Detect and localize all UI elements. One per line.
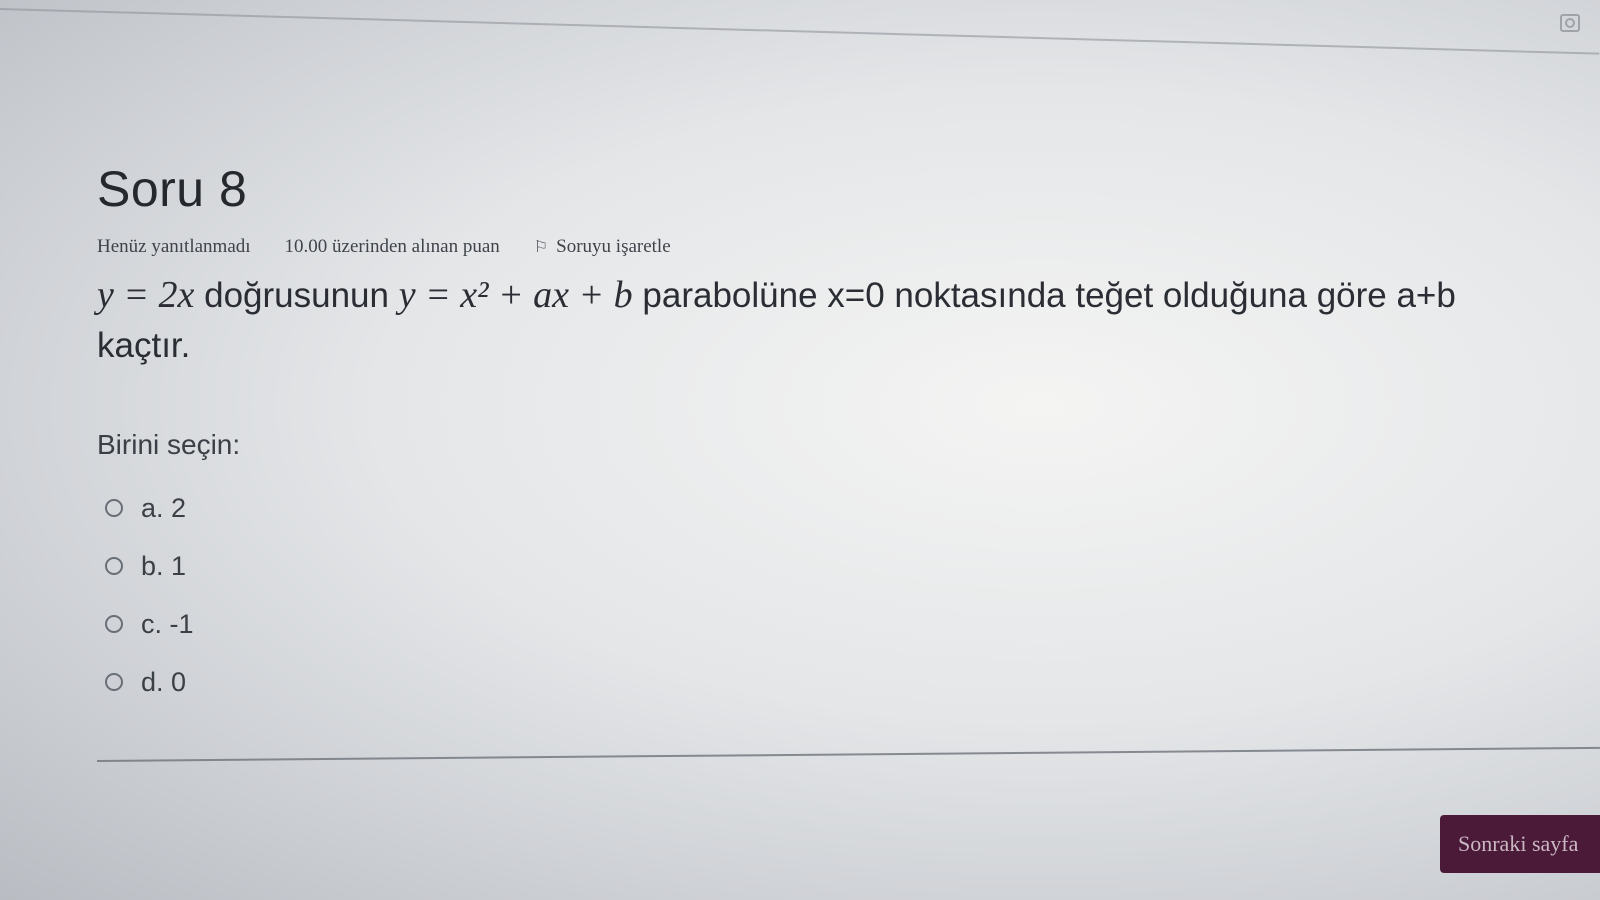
radio-button[interactable] (105, 557, 123, 575)
option-c[interactable]: c. -1 (105, 595, 1577, 653)
flag-question-link[interactable]: ⚐ Soruyu işaretle (534, 236, 671, 258)
next-page-button[interactable]: Sonraki sayfa (1440, 815, 1600, 873)
option-d[interactable]: d. 0 (105, 653, 1577, 711)
math-parabola-equation: y = x² + ax + b (398, 274, 633, 316)
question-text: y = 2x doğrusunun y = x² + ax + b parabo… (97, 270, 1557, 371)
question-text-part-1: doğrusunun (204, 276, 389, 315)
option-label: a. 2 (141, 492, 187, 523)
question-info: Henüz yanıtlanmadı 10.00 üzerinden alına… (97, 236, 1577, 258)
radio-button[interactable] (105, 499, 123, 517)
radio-button[interactable] (105, 673, 123, 691)
option-label: d. 0 (141, 666, 187, 697)
bottom-divider (97, 746, 1600, 762)
option-a[interactable]: a. 2 (105, 479, 1577, 537)
question-points: 10.00 üzerinden alınan puan (284, 236, 500, 257)
question-status: Henüz yanıtlanmadı (97, 236, 251, 257)
question-block: Soru 8 Henüz yanıtlanmadı 10.00 üzerinde… (97, 160, 1577, 711)
option-label: b. 1 (141, 550, 187, 581)
camera-icon[interactable] (1560, 14, 1580, 32)
top-divider (0, 8, 1600, 55)
answer-options: a. 2 b. 1 c. -1 d. 0 (105, 479, 1577, 711)
flag-icon: ⚐ (533, 239, 549, 256)
radio-button[interactable] (105, 615, 123, 633)
option-b[interactable]: b. 1 (105, 537, 1577, 595)
question-title: Soru 8 (97, 161, 248, 217)
flag-question-label: Soruyu işaretle (556, 236, 671, 257)
math-line-equation: y = 2x (97, 274, 195, 316)
answer-prompt: Birini seçin: (97, 429, 241, 460)
option-label: c. -1 (141, 608, 194, 639)
